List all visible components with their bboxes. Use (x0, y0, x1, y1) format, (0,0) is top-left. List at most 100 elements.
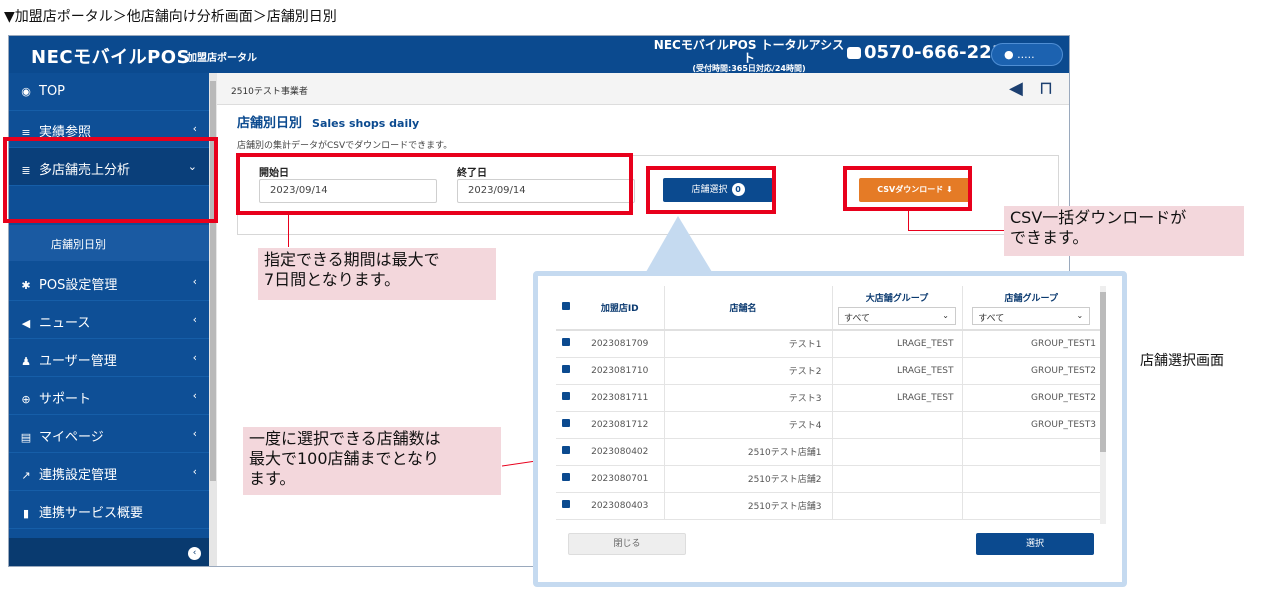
chevron-down-icon: ⌄ (1076, 310, 1084, 320)
megaphone-icon[interactable]: ◀ (1009, 78, 1023, 99)
connector-line (288, 215, 289, 247)
store-select-modal: 加盟店ID 店舗名 大店舗グループ すべて ⌄ 店舗グループ すべて ⌄ 20230… (533, 271, 1127, 587)
sidebar-item[interactable]: ◉ TOP (9, 73, 209, 111)
checkbox-checked-icon (562, 419, 570, 427)
cell-big-group (832, 411, 963, 439)
top-bar: NECモバイルPOS 加盟店ポータル NECモバイルPOS トータルアシスト (… (9, 36, 1069, 73)
sidebar-item[interactable]: ↗ 連携設定管理 ‹ (9, 453, 209, 491)
sidebar-item[interactable]: ✱ POS設定管理 ‹ (9, 263, 209, 301)
sidebar-item-label: POS設定管理 (39, 278, 118, 293)
page-title: 店舗別日別 Sales shops daily (237, 112, 419, 131)
chevron-icon: ‹ (192, 275, 197, 288)
cell-store-id: 2023080701 (576, 465, 665, 493)
big-group-label: 大店舗グループ (865, 293, 929, 304)
sidebar-item-label: ニュース (39, 316, 91, 331)
cell-big-group: LRAGE_TEST (832, 384, 963, 412)
cell-store-id: 2023080402 (576, 438, 665, 466)
chevron-icon: ‹ (192, 122, 197, 135)
highlight-csv-download (843, 166, 972, 211)
modal-caption: 店舗選択画面 (1140, 353, 1224, 369)
collapse-sidebar-icon[interactable]: ‹ (188, 547, 201, 560)
cell-store-id: 2023081712 (576, 411, 665, 439)
big-group-filter-select[interactable]: すべて ⌄ (838, 306, 956, 325)
scrollbar-thumb[interactable] (1100, 292, 1106, 452)
cell-store-id: 2023081709 (576, 330, 665, 358)
sidebar-item[interactable]: ▮ 連携サービス概要 (9, 491, 209, 529)
sidebar-subitem-store-daily[interactable]: 店舗別日別 (9, 225, 209, 261)
sidebar-item-label: サポート (39, 392, 92, 407)
modal-pointer (646, 216, 712, 272)
highlight-store-select (646, 166, 776, 214)
cell-store-id: 2023081710 (576, 357, 665, 385)
row-checkbox[interactable] (556, 411, 576, 439)
sidebar-item[interactable]: ⊕ サポート ‹ (9, 377, 209, 415)
chevron-icon: ‹ (192, 313, 197, 326)
col-header-id[interactable]: 加盟店ID (576, 286, 665, 331)
sidebar-item-label: マイページ (39, 430, 104, 445)
store-table: 加盟店ID 店舗名 大店舗グループ すべて ⌄ 店舗グループ すべて ⌄ 20230… (556, 286, 1100, 520)
connector-line (908, 230, 1004, 231)
cell-store-id: 2023080403 (576, 492, 665, 520)
table-row[interactable]: 2023080701 2510テスト店舗2 (556, 465, 1100, 493)
callout-period-limit: 指定できる期間は最大で 7日間となります。 (258, 248, 496, 300)
group-filter-select[interactable]: すべて ⌄ (972, 306, 1091, 325)
page-caption: ▼加盟店ポータル＞他店舗向け分析画面＞店舗別日別 (4, 9, 337, 25)
sidebar-item[interactable]: ◀ ニュース ‹ (9, 301, 209, 339)
row-checkbox[interactable] (556, 357, 576, 385)
cell-big-group (832, 438, 963, 466)
group-label: 店舗グループ (1004, 293, 1058, 304)
row-checkbox[interactable] (556, 330, 576, 358)
dashboard-icon: ◉ (21, 85, 31, 98)
choose-button[interactable]: 選択 (976, 533, 1094, 555)
row-checkbox[interactable] (556, 384, 576, 412)
row-checkbox[interactable] (556, 465, 576, 493)
cell-store-name: テスト3 (664, 384, 833, 412)
checkbox-checked-icon (562, 473, 570, 481)
table-row[interactable]: 2023080402 2510テスト店舗1 (556, 438, 1100, 466)
cell-store-name: テスト2 (664, 357, 833, 385)
chevron-icon: ‹ (192, 465, 197, 478)
sidebar-item-label: 連携設定管理 (39, 468, 118, 483)
table-header-row: 加盟店ID 店舗名 大店舗グループ すべて ⌄ 店舗グループ すべて ⌄ (556, 286, 1100, 331)
brand-subtitle: 加盟店ポータル (187, 53, 257, 64)
sidebar-item[interactable]: ♟ ユーザー管理 ‹ (9, 339, 209, 377)
col-header-group: 店舗グループ すべて ⌄ (962, 286, 1100, 331)
cell-store-id: 2023081711 (576, 384, 665, 412)
checkbox-checked-icon (562, 365, 570, 373)
table-row[interactable]: 2023080403 2510テスト店舗3 (556, 492, 1100, 520)
cell-group: GROUP_TEST2 (962, 357, 1100, 385)
table-row[interactable]: 2023081709 テスト1 LRAGE_TEST GROUP_TEST1 (556, 330, 1100, 358)
modal-scrollbar[interactable] (1100, 286, 1106, 524)
sidebar-item-label: 連携サービス概要 (39, 506, 144, 521)
row-checkbox[interactable] (556, 492, 576, 520)
big-group-filter-value: すべて (844, 313, 871, 324)
table-row[interactable]: 2023081710 テスト2 LRAGE_TEST GROUP_TEST2 (556, 357, 1100, 385)
page-title-en: Sales shops daily (312, 117, 420, 130)
chevron-icon: ‹ (192, 427, 197, 440)
select-all-checkbox[interactable] (556, 286, 576, 331)
gear-icon: ✱ (21, 279, 31, 292)
cell-big-group: LRAGE_TEST (832, 357, 963, 385)
user-menu-button[interactable]: ● ..... (991, 43, 1063, 66)
support-phone: 0570-666-221 (847, 42, 1004, 63)
close-button[interactable]: 閉じる (568, 533, 686, 555)
col-header-name[interactable]: 店舗名 (664, 286, 833, 331)
callout-max-stores: 一度に選択できる店舗数は 最大で100店舗までとなり ます。 (243, 427, 501, 495)
chevron-icon: ‹ (192, 389, 197, 402)
cell-group: GROUP_TEST3 (962, 411, 1100, 439)
cart-icon[interactable]: ⊓ (1039, 78, 1053, 99)
callout-csv-bulk: CSV一括ダウンロードが できます。 (1004, 206, 1244, 256)
highlight-sidebar-analysis (3, 137, 218, 223)
cell-group (962, 438, 1100, 466)
row-checkbox[interactable] (556, 438, 576, 466)
highlight-date-range (236, 153, 633, 215)
table-row[interactable]: 2023081711 テスト3 LRAGE_TEST GROUP_TEST2 (556, 384, 1100, 412)
support-info: NECモバイルPOS トータルアシスト (受付時間:365日対応/24時間) (649, 38, 849, 74)
cell-store-name: 2510テスト店舗1 (664, 438, 833, 466)
cell-store-name: テスト4 (664, 411, 833, 439)
cell-big-group: LRAGE_TEST (832, 330, 963, 358)
table-row[interactable]: 2023081712 テスト4 GROUP_TEST3 (556, 411, 1100, 439)
brand-logo[interactable]: NECモバイルPOS (31, 43, 190, 69)
sidebar-item[interactable]: ▤ マイページ ‹ (9, 415, 209, 453)
megaphone-icon: ◀ (21, 317, 31, 330)
